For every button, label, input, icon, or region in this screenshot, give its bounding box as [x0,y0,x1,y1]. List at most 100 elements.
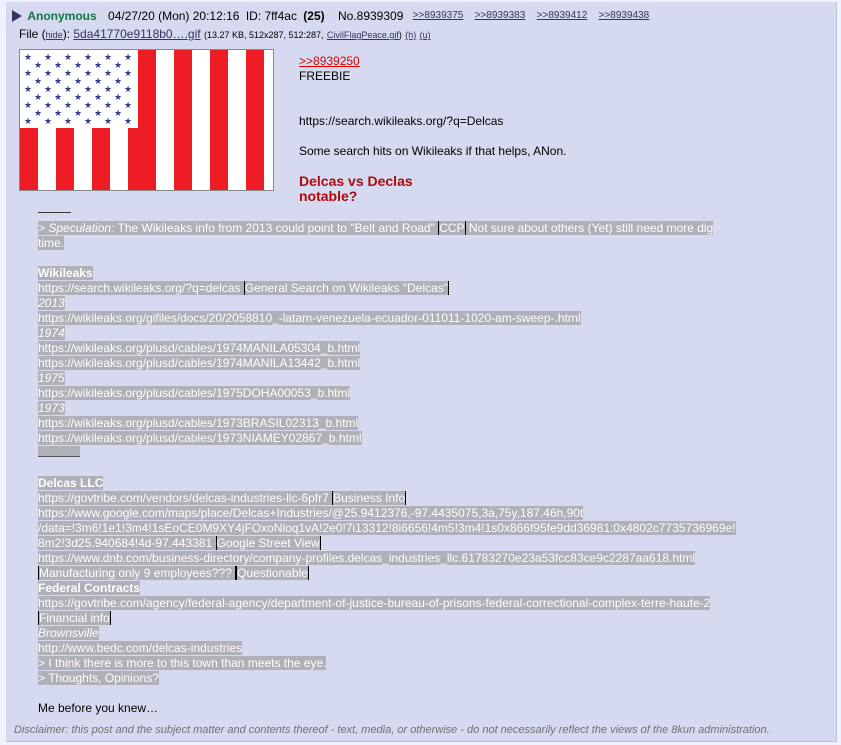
flag-star-icon: ★ [24,85,32,95]
flag-star-icon: ★ [104,53,112,63]
divider-line [38,212,71,214]
flag-star-icon: ★ [124,101,132,111]
ccp-tag: CCP [438,221,466,235]
brownsville-label: Brownsville [38,626,99,640]
disclaimer-footer: Disclaimer: this post and the subject ma… [14,724,770,736]
flag-star-icon: ★ [24,101,32,111]
flag-star-icon: ★ [64,85,72,95]
flag-star-icon: ★ [54,109,62,119]
file-meta-close: ) [398,30,402,40]
speculation-line: > Speculation: The Wikileaks info from 2… [38,221,439,235]
flag-star-icon: ★ [24,69,32,79]
flag-star-icon: ★ [114,109,122,119]
flag-star-icon: ★ [64,117,72,127]
post-intro: Anonymous 04/27/20 (Mon) 20:12:16 ID: 7f… [12,8,657,24]
flag-star-icon: ★ [84,85,92,95]
wl-1973-b-url: https://wikileaks.org/plusd/cables/1973N… [38,431,362,445]
me-before-text: Me before you knew… [38,701,159,715]
flag-star-icon: ★ [74,109,82,119]
post-body-main: > Speculation: The Wikileaks info from 2… [38,206,818,716]
quote-link[interactable]: >>8939250 [299,54,360,68]
flag-star-icon: ★ [124,85,132,95]
flag-star-icon: ★ [104,69,112,79]
file-label: File ( [19,27,46,41]
flag-star-icon: ★ [94,109,102,119]
post-date: 04/27/20 (Mon) 20:12:16 [108,9,240,23]
fed-url: https://govtribe.com/agency/federal-agen… [38,596,711,610]
maps-url-3: 8m2!3d25.940684!4d-97.443381 [38,536,216,550]
note-text: Some search hits on Wikileaks if that he… [299,144,567,158]
flag-star-icon: ★ [74,77,82,87]
unix-link[interactable]: (u) [420,30,431,40]
post-body-top: >>8939250 FREEBIE https://search.wikilea… [299,54,819,204]
manufacturing-text: Manufacturing only 9 employees??? [38,566,237,580]
flag-star-icon: ★ [94,61,102,71]
flag-star-icon: ★ [74,61,82,71]
hash-link[interactable]: (h) [405,30,416,40]
section-divider [38,446,80,457]
heading-notable: notable? [299,188,358,204]
flag-star-icon: ★ [44,85,52,95]
flag-star-icon: ★ [124,53,132,63]
street-view-tag: Google Street View [215,536,321,550]
delcas-heading: Delcas LLC [38,476,104,490]
flag-star-icon: ★ [94,93,102,103]
original-filename-link[interactable]: CivilFlagPeace.gif [327,30,399,40]
flag-star-icon: ★ [94,77,102,87]
flag-star-icon: ★ [54,93,62,103]
maps-url-2: /data=!3m6!1e1!3m4!1sEoCE0M9XY4jFOxoNloq… [38,521,736,535]
freebie-text: FREEBIE [299,69,351,83]
year-1974: 1974 [38,326,65,340]
flag-star-icon: ★ [64,53,72,63]
flag-star-icon: ★ [104,85,112,95]
flag-star-icon: ★ [64,69,72,79]
flag-star-icon: ★ [24,117,32,127]
flag-star-icon: ★ [24,53,32,63]
wl-1973-a-url: https://wikileaks.org/plusd/cables/1973B… [38,416,359,430]
flag-thumbnail[interactable]: ★ ★ ★ ★ ★ ★ ★ ★ ★ ★ ★ ★ ★ ★ ★ ★ ★ ★ ★ ★ ★ ★ ★ ★ ★ ★ ★ ★ ★ ★ ★ ★ ★ ★ ★ ★ ★ ★ ★ ★… [19,49,274,191]
dnb-url: https://www.dnb.com/business-directory/c… [38,551,696,565]
more-to-town-text: > I think there is more to this town tha… [38,656,327,670]
govtribe-url: https://govtribe.com/vendors/delcas-indu… [38,491,333,505]
file-name-link[interactable]: 5da41770e9118b0….gif [73,27,200,41]
flag-star-icon: ★ [84,69,92,79]
year-2013: 2013 [38,296,65,310]
thoughts-text: > Thoughts, Opinions? [38,671,159,685]
financial-info-tag: Financial info [38,611,111,625]
wl-search-label: General Search on Wikileaks "Delcas" [243,281,450,295]
hide-file-link[interactable]: hide [46,30,63,40]
backlink[interactable]: >>8939438 [599,8,650,24]
flag-star-icon: ★ [44,101,52,111]
flag-star-icon: ★ [34,77,42,87]
business-info-tag: Business Info [332,491,407,505]
flag-star-icon: ★ [84,117,92,127]
flag-star-icon: ★ [34,61,42,71]
file-meta: (13.27 KB, 512x287, 512:287, [203,30,324,40]
flag-star-icon: ★ [114,77,122,87]
flag-star-icon: ★ [104,117,112,127]
bedc-url: http://www.bedc.com/delcas-industries [38,641,243,655]
poster-id[interactable]: ID: 7ff4ac [246,8,297,24]
post-number[interactable]: No.8939309 [338,8,403,24]
flag-star-icon: ★ [44,53,52,63]
flag-star-icon: ★ [74,93,82,103]
federal-heading: Federal Contracts [38,581,141,595]
questionable-tag: Questionable [236,566,309,580]
year-1975: 1975 [38,371,65,385]
post-menu-arrow-icon[interactable] [12,10,22,22]
backlink[interactable]: >>8939375 [413,8,464,24]
flag-star-icon: ★ [124,117,132,127]
flag-star-icon: ★ [34,109,42,119]
flag-star-icon: ★ [54,77,62,87]
flag-star-icon: ★ [84,101,92,111]
flag-star-icon: ★ [44,117,52,127]
flag-star-icon: ★ [124,69,132,79]
backlink[interactable]: >>8939383 [475,8,526,24]
backlink[interactable]: >>8939412 [537,8,588,24]
search-url-text: https://search.wikileaks.org/?q=Delcas [299,114,504,128]
post-container: Anonymous 04/27/20 (Mon) 20:12:16 ID: 7f… [6,2,837,742]
flag-star-icon: ★ [104,101,112,111]
us-flag-image: ★ ★ ★ ★ ★ ★★ ★ ★ ★ ★★ ★ ★ ★ ★ ★★ ★ ★ ★ ★★ ★ ★ ★ ★ ★★ ★ ★ ★ ★★ ★ ★ ★ ★ ★★… [20,50,273,190]
speculation-wrap: time. [38,236,65,250]
flag-star-icon: ★ [34,93,42,103]
